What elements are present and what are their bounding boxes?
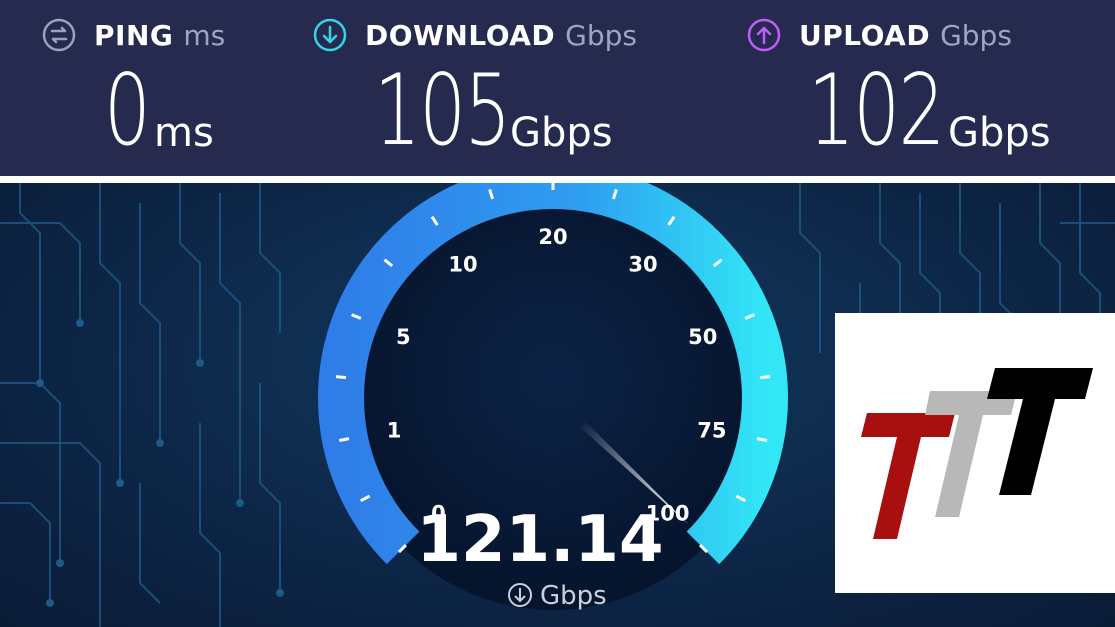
speed-unit: Gbps: [540, 581, 607, 611]
upload-value-unit: Gbps: [948, 110, 1051, 156]
upload-label: UPLOAD: [799, 18, 931, 52]
ping-icon: [42, 18, 76, 52]
scale-label-30: 30: [628, 252, 657, 276]
tick-mark: [335, 375, 347, 380]
current-speed: 121.14: [417, 503, 664, 577]
header-divider: [0, 176, 1115, 183]
logo-t-red: [861, 413, 955, 539]
ping-result: PING ms 0 ms: [0, 0, 300, 176]
download-value: 105: [374, 54, 511, 168]
ping-unit: ms: [183, 18, 226, 52]
scale-label-10: 10: [448, 252, 477, 276]
download-heading: DOWNLOAD Gbps: [313, 18, 637, 52]
scale-label-1: 1: [387, 419, 402, 443]
ttt-logo-graphic: [861, 368, 1093, 539]
upload-arrow-icon: [747, 18, 781, 52]
download-label: DOWNLOAD: [365, 18, 556, 52]
ping-label: PING: [94, 18, 174, 52]
ttt-logo: [835, 313, 1115, 593]
ping-value-unit: ms: [154, 110, 214, 156]
upload-heading: UPLOAD Gbps: [747, 18, 1012, 52]
tick-mark: [756, 437, 768, 442]
tick-mark: [759, 375, 771, 380]
download-result: DOWNLOAD Gbps 105 Gbps: [300, 0, 720, 176]
tick-mark: [338, 437, 350, 442]
download-arrow-icon: [313, 18, 347, 52]
scale-label-75: 75: [697, 419, 726, 443]
results-header: PING ms 0 ms DOWNLOAD Gbps 105 Gbps UPLO…: [0, 0, 1115, 176]
logo-t-black: [987, 368, 1093, 495]
scale-label-20: 20: [538, 225, 567, 249]
upload-result: UPLOAD Gbps 102 Gbps: [720, 0, 1115, 176]
ping-heading: PING ms: [42, 18, 225, 52]
logo-t-gray: [925, 391, 1017, 517]
upload-value: 102: [808, 54, 945, 168]
ping-value: 0: [104, 54, 151, 168]
scale-label-50: 50: [688, 325, 717, 349]
scale-label-5: 5: [396, 325, 411, 349]
download-unit: Gbps: [565, 18, 638, 52]
upload-unit: Gbps: [940, 18, 1012, 52]
download-value-unit: Gbps: [510, 110, 613, 156]
